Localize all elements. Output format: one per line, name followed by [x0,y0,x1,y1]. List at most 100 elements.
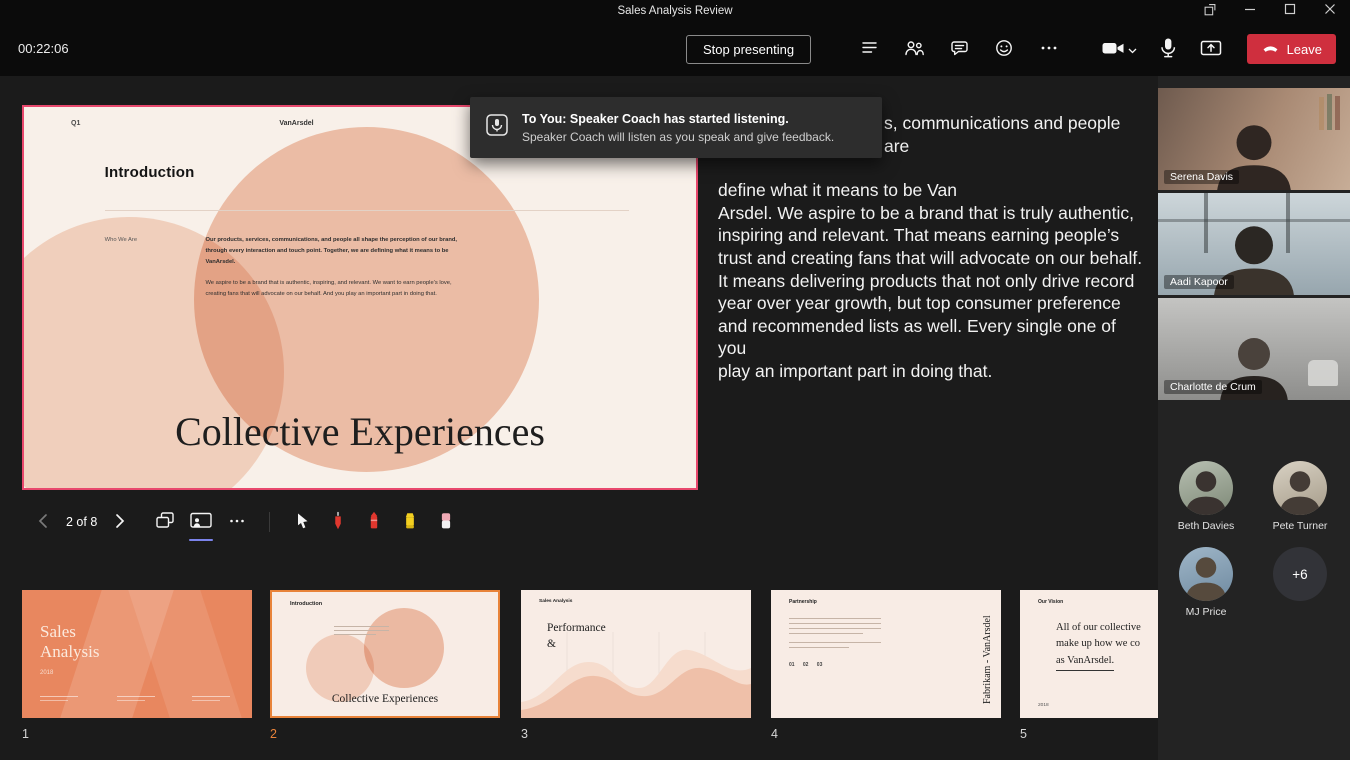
more-options-button[interactable] [1032,32,1066,66]
chevron-down-icon [1128,42,1137,57]
close-icon [1323,2,1337,21]
cursor-icon [292,511,312,534]
thumb-decor [334,626,389,627]
eraser-tool-button[interactable] [431,507,461,537]
thumb-decor [40,700,68,701]
share-content-button[interactable] [1194,32,1228,66]
thumb5-text: All of our collective make up how we co … [1056,620,1141,671]
slide-thumbnail-4[interactable]: Partnership 01 02 03 Fabrikam - VanArsde… [771,590,1001,718]
laser-pointer-tool-button[interactable] [323,507,353,537]
close-button[interactable] [1310,0,1350,22]
avatar-beth-davies[interactable] [1179,461,1233,515]
video-tile-aadi[interactable]: Aadi Kapoor [1158,193,1350,295]
presenter-view-icon [189,510,213,534]
show-participants-button[interactable] [897,32,931,66]
thumb-decor [334,634,376,635]
speaker-coach-icon [484,112,510,143]
minimize-icon [1243,2,1257,21]
cursor-tool-button[interactable] [287,507,317,537]
slide-section-label: Who We Are [105,237,137,243]
slide-heading: Introduction [105,164,195,181]
minimize-button[interactable] [1230,0,1270,22]
slide-controls: 2 of 8 [30,505,464,539]
thumb-decor [192,696,230,697]
tools-divider [269,512,270,532]
window-titlebar: Sales Analysis Review [0,0,1350,22]
maximize-icon [1283,2,1297,21]
chat-button[interactable] [942,32,976,66]
notes-line: define what it means to be Van [718,179,1148,202]
avatar-mj-price[interactable] [1179,547,1233,601]
toast-title: To You: Speaker Coach has started listen… [522,112,834,126]
more-icon [1039,38,1059,61]
chevron-left-icon [37,513,49,532]
video-tile-serena[interactable]: Serena Davis [1158,88,1350,190]
popout-button[interactable] [1190,0,1230,22]
slide-thumbnail-5[interactable]: Our Vision All of our collective make up… [1020,590,1158,718]
thumb-decor [40,696,78,697]
mic-button[interactable] [1151,32,1185,66]
reactions-icon [993,37,1015,62]
stop-presenting-button[interactable]: Stop presenting [686,35,811,64]
notes-line: and recommended lists as well. Every sin… [718,315,1148,360]
slide-thumbnail-3[interactable]: Sales Analysis Performance & [521,590,751,718]
video-name-label: Aadi Kapoor [1164,275,1234,289]
thumb2-title: Collective Experiences [272,693,498,705]
slide-brand-label: VanArsdel [279,120,313,127]
chevron-right-icon [114,513,126,532]
video-tile-charlotte[interactable]: Charlotte de Crum [1158,298,1350,400]
slide-thumbnail-1[interactable]: Sales Analysis 2018 [22,590,252,718]
reactions-button[interactable] [987,32,1021,66]
notes-line: year over year growth, but top consumer … [718,292,1148,315]
more-slide-options-button[interactable] [222,507,252,537]
thumb4-steps: 01 02 03 [789,662,822,668]
meeting-notes-button[interactable] [852,32,886,66]
notes-line: trust and creating fans that will advoca… [718,247,1148,270]
chat-icon [949,37,970,61]
previous-slide-button[interactable] [30,509,56,535]
notes-line: Arsdel. We aspire to be a brand that is … [718,202,1148,225]
slide-thumbnail-2-selected[interactable]: Introduction Collective Experiences [270,590,500,718]
toast-text: To You: Speaker Coach has started listen… [522,112,834,144]
tile-decor [1327,94,1332,130]
thumb5-header: Our Vision [1038,599,1063,605]
camera-button[interactable] [1096,32,1142,66]
highlighter-icon [399,510,421,535]
slide-body-paragraph-1: Our products, services, communications, … [205,235,460,269]
window-controls [1190,0,1350,22]
next-slide-button[interactable] [107,509,133,535]
eraser-icon [435,510,457,535]
teams-meeting-window: Sales Analysis Review [0,0,1350,760]
thumb4-header: Partnership [789,599,817,605]
avatar-name-label: MJ Price [1151,606,1261,618]
people-icon [903,37,925,61]
avatar-pete-turner[interactable] [1273,461,1327,515]
camera-icon [1101,37,1125,62]
video-name-label: Serena Davis [1164,170,1239,184]
thumb-decor [789,642,881,643]
person-silhouette [1179,461,1233,515]
slide-title: Collective Experiences [24,408,696,455]
tile-decor [1319,97,1324,130]
maximize-button[interactable] [1270,0,1310,22]
thumb-number-4: 4 [771,727,778,741]
leave-button[interactable]: Leave [1247,34,1336,64]
thumb-decor [789,623,881,624]
pen-tool-button[interactable] [359,507,389,537]
tile-decor [1308,360,1338,386]
slide-grid-button[interactable] [150,507,180,537]
participants-sidebar: Serena Davis Aadi Kapoor Charlotte de Cr… [1158,76,1350,760]
notes-line: play an important part in doing that. [718,360,1148,383]
pen-icon [363,510,385,535]
highlighter-tool-button[interactable] [395,507,425,537]
person-silhouette [1273,461,1327,515]
slide-divider [105,210,629,211]
active-tool-indicator [189,539,213,542]
thumb1-title: Sales Analysis [40,622,100,662]
presenter-view-button[interactable] [186,507,216,537]
hang-up-icon [1261,39,1280,59]
overflow-participants-badge[interactable]: +6 [1273,547,1327,601]
current-slide[interactable]: Q1 VanArsdel Introduction Who We Are Our… [22,105,698,490]
avatar-name-label: Pete Turner [1245,520,1350,532]
thumb-decor [364,608,444,688]
